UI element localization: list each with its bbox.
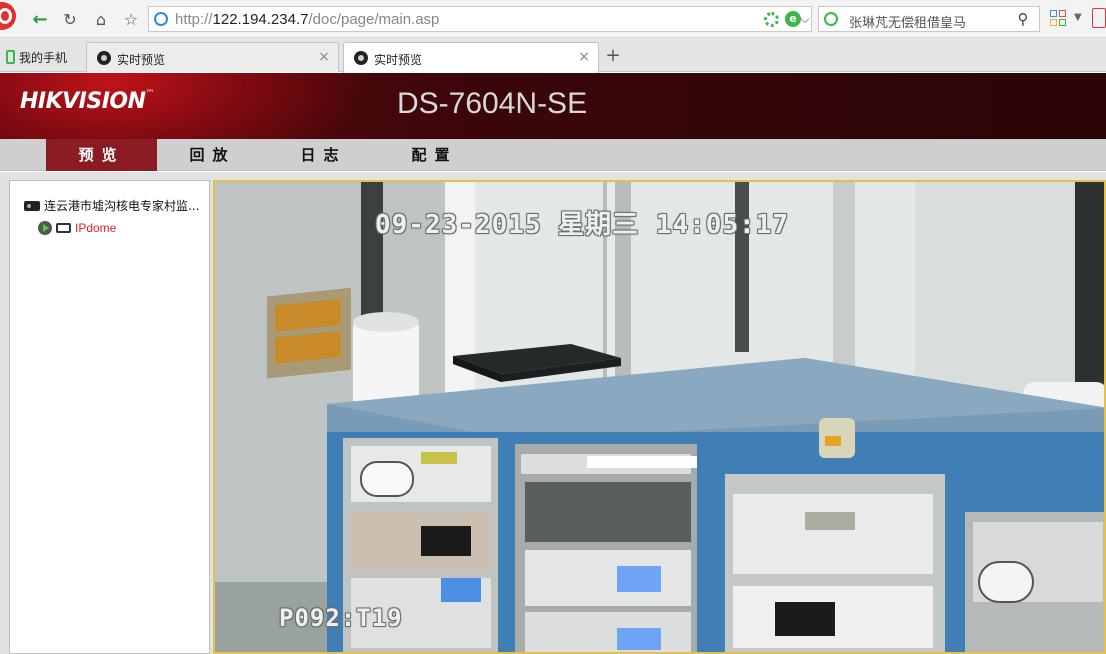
close-icon[interactable]: × (318, 49, 330, 65)
phone-icon (6, 50, 15, 64)
url-prefix: http:// (175, 11, 213, 28)
search-icon[interactable]: ⚲ (1015, 11, 1031, 27)
trademark-mark: ™ (145, 89, 155, 99)
home-icon[interactable]: ⌂ (89, 7, 113, 31)
osd-channel-label: P092:T19 (279, 604, 403, 632)
nav-tab-preview[interactable]: 预览 (46, 139, 157, 171)
tree-root-device[interactable]: 连云港市墟沟核电专家村监... (24, 197, 199, 214)
nav-tab-log[interactable]: 日志 (268, 139, 379, 171)
video-frame-image (215, 182, 1104, 652)
back-arrow-icon[interactable]: ← (28, 7, 52, 31)
new-tab-button[interactable]: + (600, 44, 626, 70)
brand-name: HIKVISION (20, 89, 146, 114)
bookmark-label: 我的手机 (19, 50, 68, 65)
globe-icon (154, 12, 168, 26)
address-bar[interactable]: http://122.194.234.7/doc/page/main.asp e (148, 6, 812, 32)
device-model-title: DS-7604N-SE (397, 87, 588, 120)
star-bookmark-icon[interactable]: ☆ (119, 7, 143, 31)
tab-live-preview-1[interactable]: 实时预览 × (86, 42, 339, 72)
bookmark-my-phone[interactable]: 我的手机 (6, 49, 67, 65)
osd-datetime: 09-23-2015 星期三 14:05:17 (375, 210, 790, 240)
tab-strip: 我的手机 实时预览 × 实时预览 × + (0, 38, 1106, 73)
main-nav: 预览 回放 日志 配置 (0, 139, 1106, 171)
device-tree-panel: 连云港市墟沟核电专家村监... IPdome (9, 180, 210, 654)
brand-logo: HIKVISION™ (20, 89, 154, 114)
search-engine-icon[interactable] (824, 12, 838, 26)
wall-panel (267, 287, 351, 379)
tab-title: 实时预览 (117, 53, 166, 67)
page-header: HIKVISION™ DS-7604N-SE (0, 73, 1106, 139)
search-box[interactable]: 张琳芃无偿租借皇马 ⚲ (818, 6, 1040, 32)
caret-down-icon[interactable]: ▼ (1074, 12, 1082, 23)
address-text[interactable]: http://122.194.234.7/doc/page/main.asp (175, 11, 439, 28)
tab-live-preview-2[interactable]: 实时预览 × (343, 42, 599, 73)
url-host: 122.194.234.7 (212, 11, 309, 28)
tree-camera-item[interactable]: IPdome (38, 221, 116, 235)
play-icon[interactable] (38, 221, 52, 235)
security-shield-icon[interactable] (764, 12, 779, 27)
chevron-down-icon[interactable]: ⌵ (794, 7, 816, 31)
camera-label: IPdome (75, 221, 117, 235)
live-video-view[interactable]: 09-23-2015 星期三 14:05:17 P092:T19 (213, 180, 1106, 654)
browser-toolbar: ← ↻ ⌂ ☆ http://122.194.234.7/doc/page/ma… (0, 0, 1106, 38)
nav-tab-playback[interactable]: 回放 (157, 139, 268, 171)
extension-icon[interactable] (1092, 8, 1106, 28)
apps-grid-icon[interactable] (1050, 10, 1066, 26)
camera-favicon-icon (354, 51, 368, 65)
tab-title: 实时预览 (374, 53, 423, 67)
url-path: /doc/page/main.asp (308, 11, 440, 28)
browser-logo-icon[interactable] (0, 2, 16, 30)
dvr-device-icon (24, 200, 40, 211)
camera-icon (56, 223, 71, 233)
reload-icon[interactable]: ↻ (58, 7, 82, 31)
tree-root-label: 连云港市墟沟核电专家村监... (44, 199, 200, 213)
camera-favicon-icon (97, 51, 111, 65)
search-input[interactable]: 张琳芃无偿租借皇马 (849, 12, 966, 31)
close-icon[interactable]: × (578, 49, 590, 65)
nav-tab-config[interactable]: 配置 (379, 139, 490, 171)
